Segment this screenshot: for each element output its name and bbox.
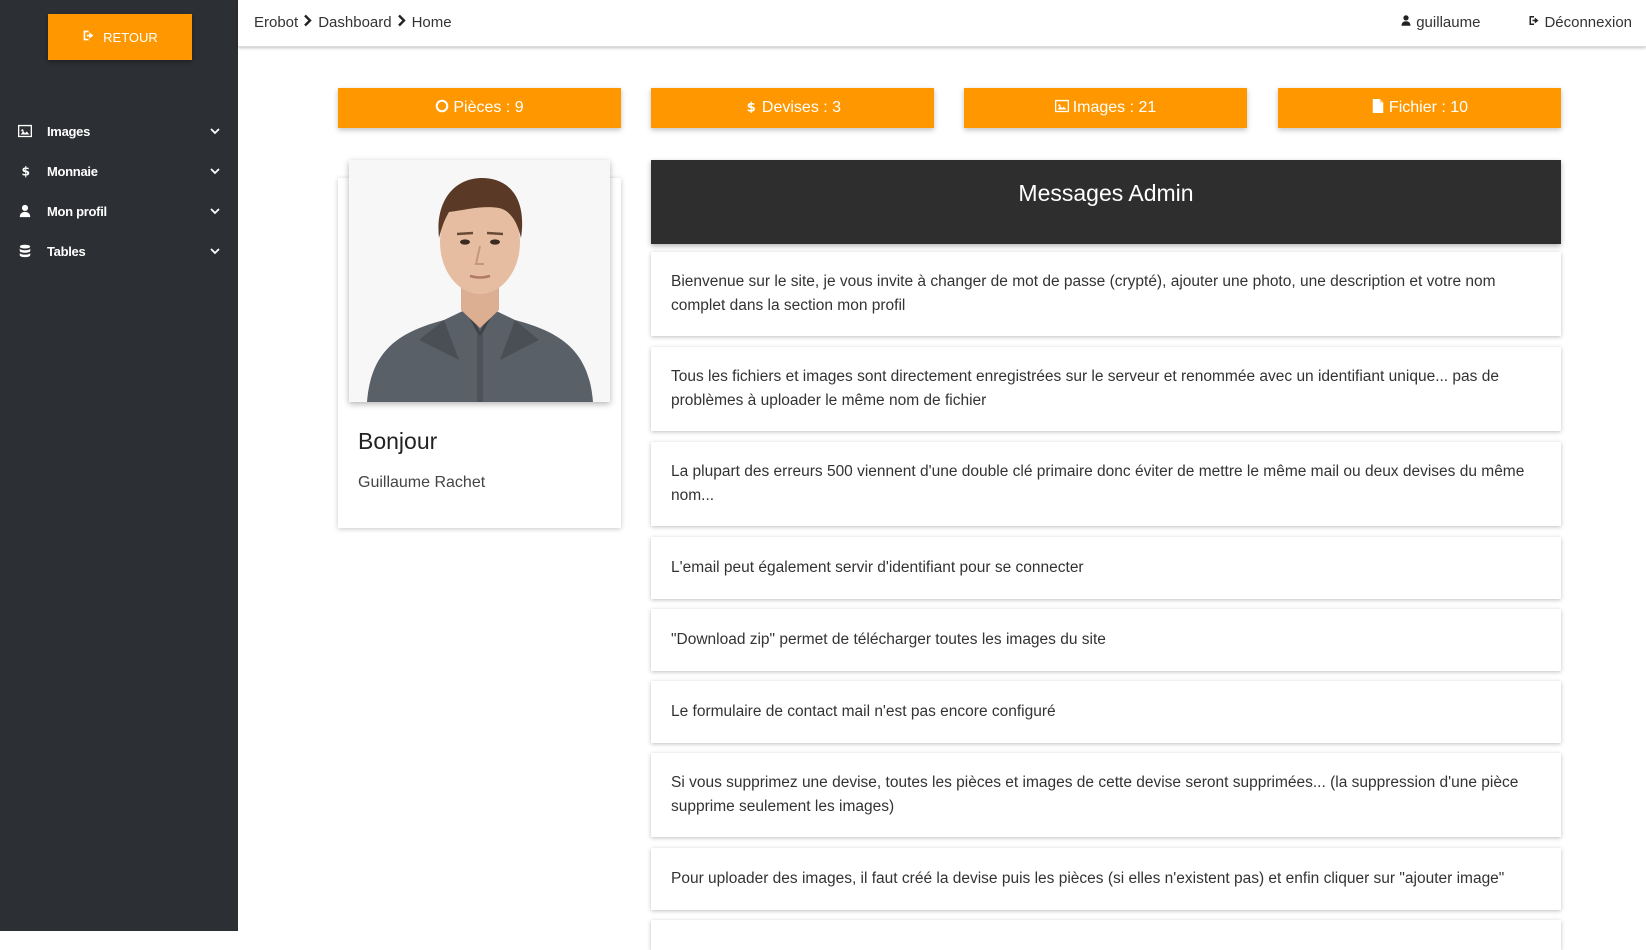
chevron-right-icon	[303, 14, 313, 31]
breadcrumb: Erobot Dashboard Home	[254, 14, 452, 31]
user-icon	[17, 203, 33, 219]
message-item: L'email peut également servir d'identifi…	[651, 537, 1561, 599]
message-text: La plupart des erreurs 500 viennent d'un…	[671, 463, 1525, 504]
sidebar-item-tables[interactable]: Tables	[0, 231, 238, 271]
logout-label: Déconnexion	[1544, 14, 1632, 31]
circle-icon	[435, 99, 449, 118]
message-item: "Download zip" permet de télécharger tou…	[651, 609, 1561, 671]
dollar-icon: $	[17, 163, 33, 179]
stat-pieces-button[interactable]: Pièces : 9	[338, 88, 621, 128]
sidebar: RETOUR Images $ Monnaie Mon profil Table…	[0, 0, 238, 931]
user-icon	[1400, 14, 1412, 31]
stat-images-button[interactable]: Images : 21	[964, 88, 1247, 128]
message-text: Tous les fichiers et images sont directe…	[671, 368, 1499, 409]
stat-label: Fichier : 10	[1388, 99, 1469, 116]
topbar: Erobot Dashboard Home guillaume Déconnex…	[238, 0, 1646, 47]
breadcrumb-dashboard[interactable]: Dashboard	[318, 14, 391, 31]
sidebar-nav: Images $ Monnaie Mon profil Tables	[0, 111, 238, 271]
stat-label: Devises : 3	[761, 99, 842, 116]
file-icon	[1371, 98, 1385, 118]
message-item: Si vous supprimez une devise, toutes les…	[651, 753, 1561, 837]
logout-link[interactable]: Déconnexion	[1528, 14, 1632, 31]
stat-label: Images : 21	[1072, 99, 1157, 116]
messages-title-text: Messages Admin	[1018, 180, 1194, 206]
sidebar-item-label: Images	[47, 123, 91, 139]
message-item: La plupart des erreurs 500 viennent d'un…	[651, 442, 1561, 526]
message-item: Tous les fichiers et images sont directe…	[651, 347, 1561, 431]
svg-text:$: $	[747, 100, 756, 113]
profile-photo	[349, 160, 610, 402]
sidebar-item-images[interactable]: Images	[0, 111, 238, 151]
sidebar-item-label: Mon profil	[47, 203, 107, 219]
chevron-down-icon	[210, 244, 220, 259]
chevron-down-icon	[210, 164, 220, 179]
sidebar-item-mon-profil[interactable]: Mon profil	[0, 191, 238, 231]
message-text: "Download zip" permet de télécharger tou…	[671, 631, 1106, 648]
message-text: Si vous supprimez une devise, toutes les…	[671, 774, 1519, 815]
chevron-right-icon	[397, 14, 407, 31]
message-text: Le formulaire de contact mail n'est pas …	[671, 703, 1056, 720]
profile-name: Guillaume Rachet	[358, 474, 486, 491]
message-text: L'email peut également servir d'identifi…	[671, 559, 1084, 576]
message-text: Pour uploader des images, il faut créé l…	[671, 870, 1505, 887]
image-icon	[1054, 99, 1069, 118]
messages-title: Messages Admin	[651, 160, 1561, 244]
breadcrumb-home: Home	[411, 14, 452, 31]
stat-label: Pièces : 9	[453, 99, 524, 116]
image-icon	[17, 123, 33, 139]
sidebar-item-label: Monnaie	[47, 163, 98, 179]
chevron-down-icon	[210, 204, 220, 219]
username: guillaume	[1416, 14, 1481, 31]
database-icon	[17, 243, 33, 259]
stat-fichier-button[interactable]: Fichier : 10	[1278, 88, 1561, 128]
message-item: Pour uploader des images, il faut créé l…	[651, 848, 1561, 910]
message-item: Bienvenue sur le site, je vous invite à …	[651, 252, 1561, 336]
stat-devises-button[interactable]: $ Devises : 3	[651, 88, 934, 128]
message-text: Bienvenue sur le site, je vous invite à …	[671, 273, 1496, 314]
dollar-icon: $	[744, 99, 758, 118]
svg-text:$: $	[22, 164, 30, 178]
message-item: Le formulaire de contact mail n'est pas …	[651, 681, 1561, 743]
retour-label: RETOUR	[103, 29, 158, 45]
breadcrumb-erobot[interactable]: Erobot	[254, 14, 298, 31]
sidebar-item-label: Tables	[47, 243, 86, 259]
user-area: guillaume Déconnexion	[1400, 14, 1632, 31]
message-item	[651, 920, 1561, 950]
sidebar-item-monnaie[interactable]: $ Monnaie	[0, 151, 238, 191]
chevron-down-icon	[210, 124, 220, 139]
profile-greeting: Bonjour	[358, 428, 438, 454]
sign-out-icon	[1528, 14, 1540, 31]
user-menu[interactable]: guillaume	[1400, 14, 1480, 31]
sign-out-icon	[82, 29, 95, 45]
retour-button[interactable]: RETOUR	[48, 14, 192, 60]
